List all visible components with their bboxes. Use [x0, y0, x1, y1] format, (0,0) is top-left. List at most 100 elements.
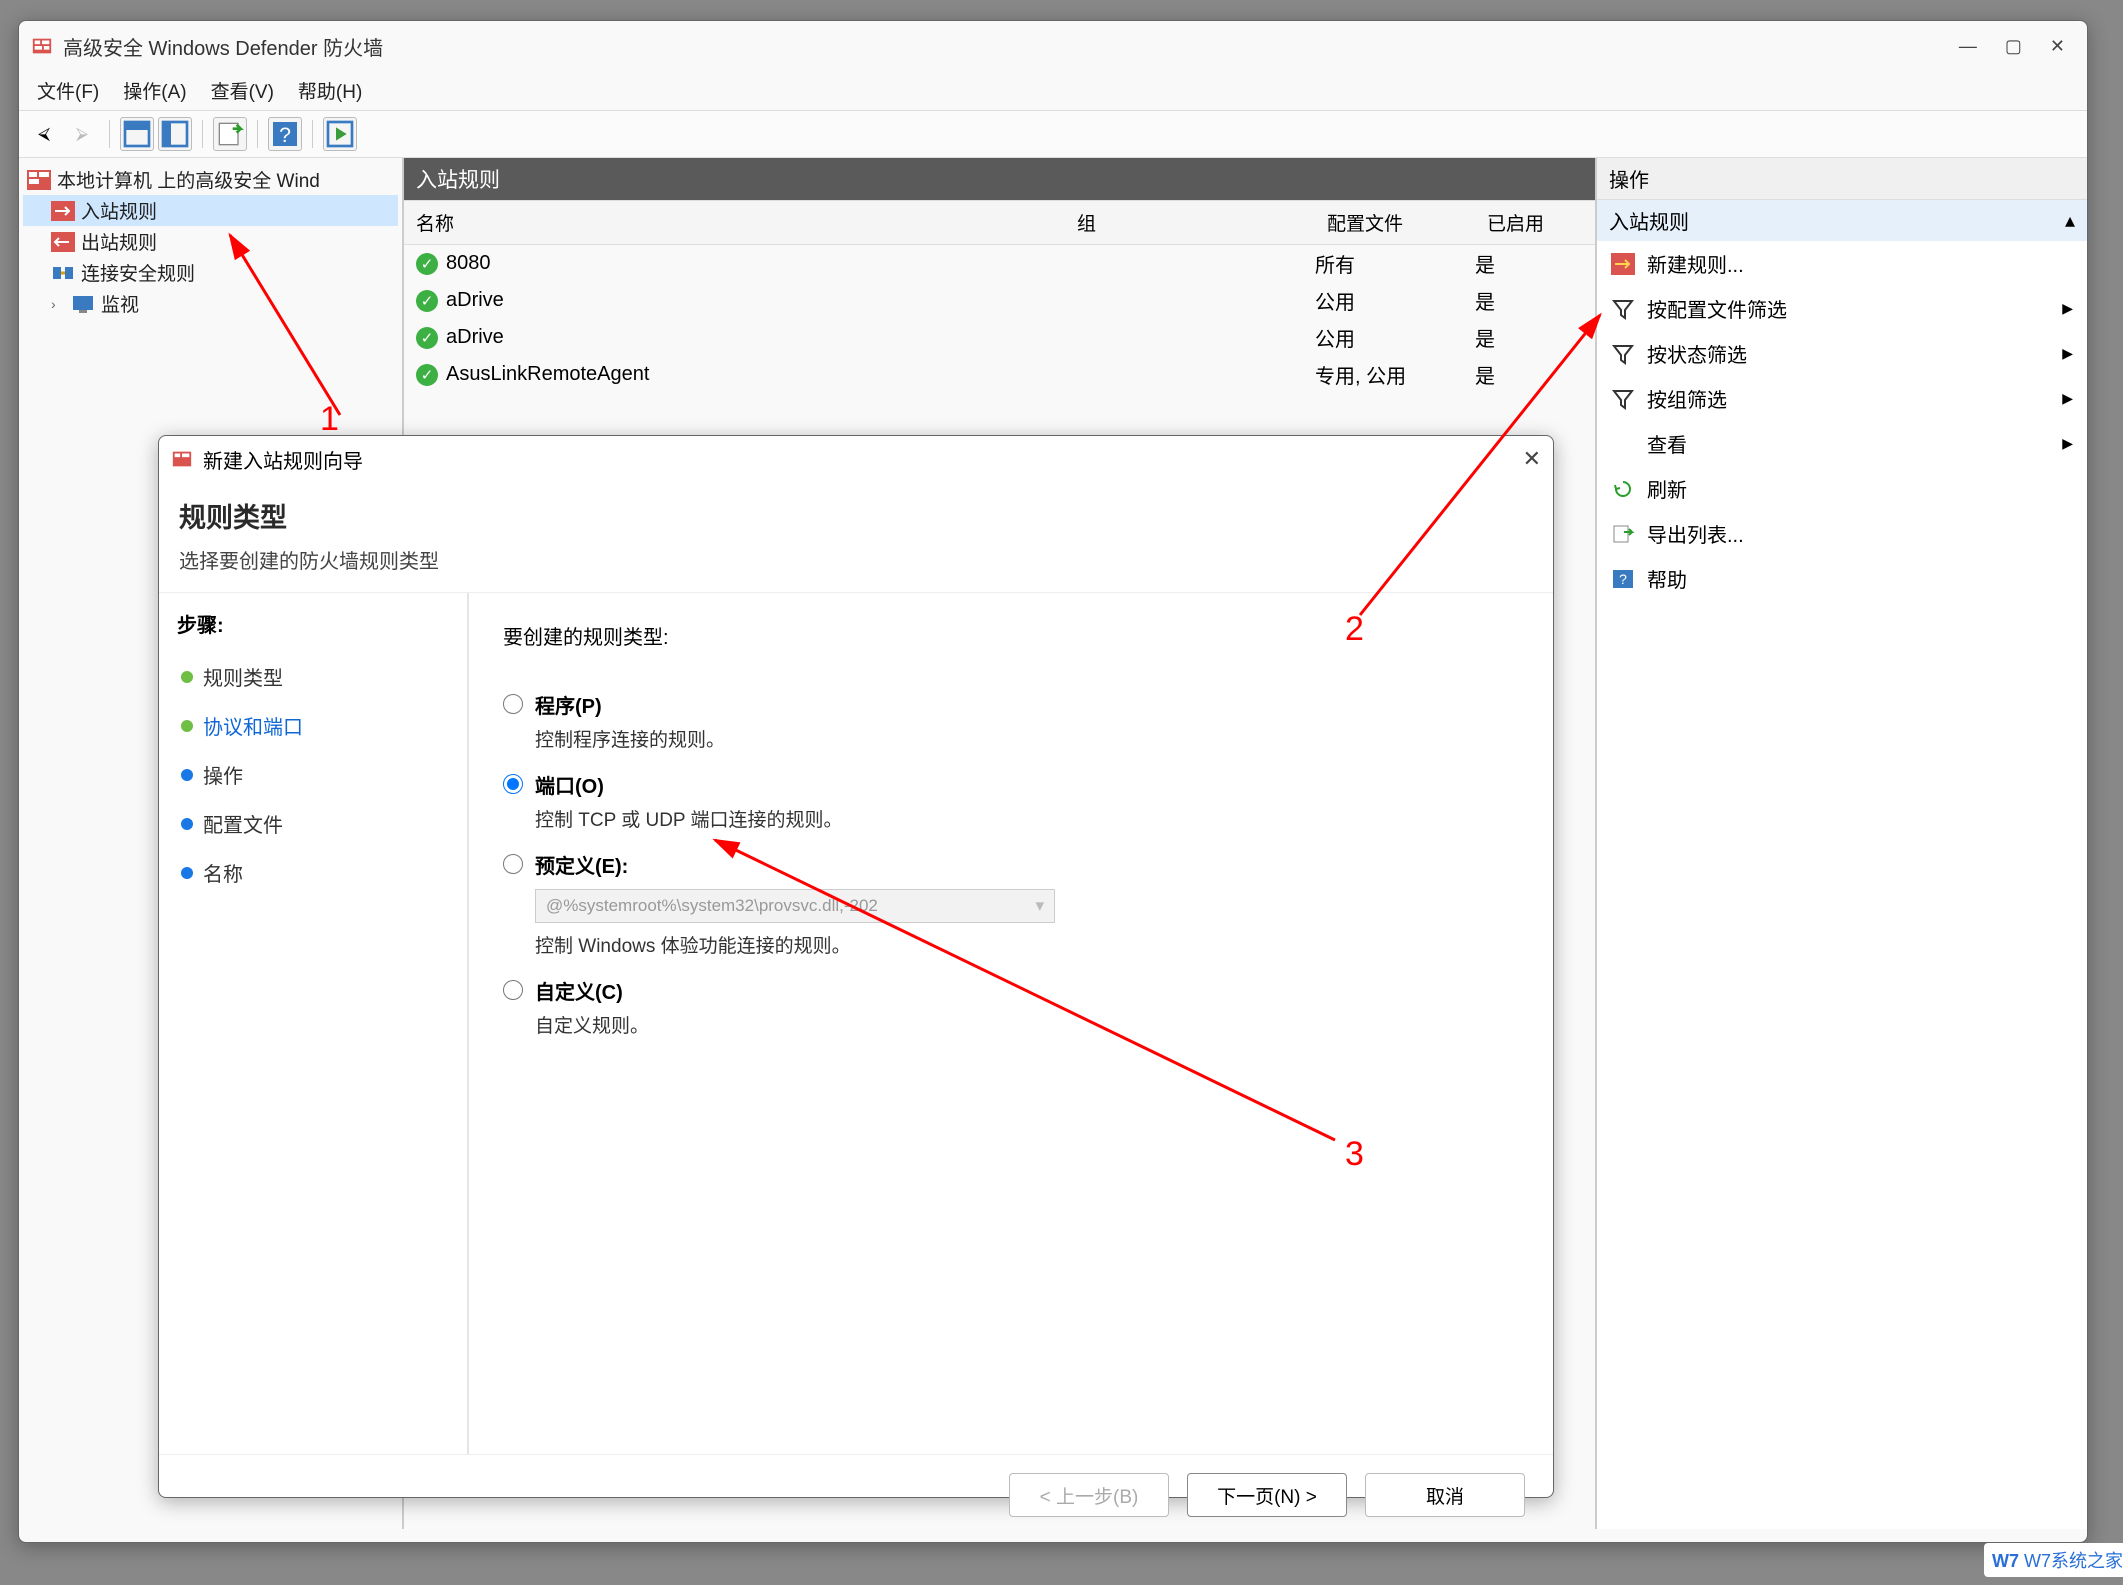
radio-custom[interactable]: 自定义(C)	[503, 976, 1519, 1005]
rule-profile: 公用	[1315, 286, 1475, 315]
radio-program[interactable]: 程序(P)	[503, 690, 1519, 719]
menu-file[interactable]: 文件(F)	[37, 77, 99, 104]
menu-view[interactable]: 查看(V)	[211, 77, 274, 104]
action-view[interactable]: 查看 ▶	[1597, 421, 2087, 466]
toolbar-panel1-icon[interactable]	[120, 117, 154, 151]
col-header-name[interactable]: 名称	[404, 201, 1065, 244]
wizard-close-button[interactable]: ✕	[1523, 446, 1541, 472]
bullet-icon	[181, 867, 193, 879]
step-name[interactable]: 名称	[177, 848, 449, 897]
radio-program-label: 程序(P)	[535, 690, 602, 719]
rule-enabled: 是	[1475, 360, 1595, 389]
back-button[interactable]: < 上一步(B)	[1009, 1473, 1169, 1517]
action-filter-group[interactable]: 按组筛选 ▶	[1597, 376, 2087, 421]
cancel-button[interactable]: 取消	[1365, 1473, 1525, 1517]
chevron-right-icon: ▶	[2062, 345, 2073, 362]
bullet-icon	[181, 818, 193, 830]
svg-text:?: ?	[1619, 571, 1627, 587]
toolbar-play-icon[interactable]	[323, 117, 357, 151]
collapse-icon[interactable]: ▴	[2065, 208, 2075, 233]
action-filter-profile[interactable]: 按配置文件筛选 ▶	[1597, 286, 2087, 331]
rule-name: AsusLinkRemoteAgent	[446, 363, 649, 386]
tree-root[interactable]: 本地计算机 上的高级安全 Wind	[23, 164, 398, 195]
radio-custom-input[interactable]	[503, 980, 523, 1000]
wizard-heading: 规则类型	[179, 496, 1533, 535]
wizard-titlebar: 新建入站规则向导 ✕	[159, 436, 1553, 482]
rule-row[interactable]: ✓ 8080 所有 是	[404, 245, 1595, 282]
tree-item-label: 出站规则	[81, 228, 157, 255]
action-export[interactable]: 导出列表...	[1597, 511, 2087, 556]
new-rule-icon	[1611, 253, 1635, 275]
chevron-down-icon: ▾	[1035, 896, 1044, 916]
wizard-steps-pane: 步骤: 规则类型 协议和端口 操作 配置文件 名称	[159, 593, 469, 1454]
col-header-group[interactable]: 组	[1065, 201, 1315, 244]
action-label: 帮助	[1647, 564, 1687, 593]
rule-row[interactable]: ✓aDrive 公用 是	[404, 282, 1595, 319]
filter-icon	[1611, 388, 1635, 410]
action-label: 导出列表...	[1647, 519, 1744, 548]
wizard-footer: < 上一步(B) 下一页(N) > 取消	[159, 1454, 1553, 1535]
action-filter-state[interactable]: 按状态筛选 ▶	[1597, 331, 2087, 376]
menu-help[interactable]: 帮助(H)	[298, 77, 362, 104]
radio-program-desc: 控制程序连接的规则。	[535, 725, 1519, 752]
filter-icon	[1611, 343, 1635, 365]
enabled-check-icon: ✓	[416, 253, 438, 275]
main-window-title: 高级安全 Windows Defender 防火墙	[63, 32, 383, 61]
predefined-dropdown[interactable]: @%systemroot%\system32\provsvc.dll,-202 …	[535, 889, 1055, 923]
action-new-rule[interactable]: 新建规则...	[1597, 241, 2087, 286]
minimize-button[interactable]: —	[1959, 36, 1977, 57]
radio-custom-desc: 自定义规则。	[535, 1011, 1519, 1038]
watermark-text: W7系统之家	[2024, 1551, 2123, 1571]
radio-predefined-input[interactable]	[503, 854, 523, 874]
tree-outbound-rules[interactable]: 出站规则	[23, 226, 398, 257]
action-refresh[interactable]: 刷新	[1597, 466, 2087, 511]
col-header-enabled[interactable]: 已启用	[1475, 201, 1595, 244]
tree-connection-security[interactable]: 连接安全规则	[23, 257, 398, 288]
step-protocol-port[interactable]: 协议和端口	[177, 701, 449, 750]
radio-port-input[interactable]	[503, 774, 523, 794]
svg-text:?: ?	[279, 123, 291, 147]
rule-row[interactable]: ✓aDrive 公用 是	[404, 319, 1595, 356]
tree-monitoring[interactable]: › 监视	[23, 288, 398, 319]
step-label: 规则类型	[203, 662, 283, 691]
back-button-label: < 上一步(B)	[1040, 1482, 1139, 1509]
step-label: 名称	[203, 858, 243, 887]
rule-profile: 专用, 公用	[1315, 360, 1475, 389]
tree-inbound-rules[interactable]: 入站规则	[23, 195, 398, 226]
toolbar-separator	[312, 120, 313, 148]
radio-program-input[interactable]	[503, 694, 523, 714]
rule-profile: 所有	[1315, 249, 1475, 278]
col-header-profile[interactable]: 配置文件	[1315, 201, 1475, 244]
step-rule-type[interactable]: 规则类型	[177, 652, 449, 701]
wizard-body: 步骤: 规则类型 协议和端口 操作 配置文件 名称 要创建的规则类型: 程序(P…	[159, 593, 1553, 1454]
window-controls: — ▢ ✕	[1959, 36, 2075, 57]
toolbar-forward-icon[interactable]: ⮚	[65, 117, 99, 151]
tree-item-label: 连接安全规则	[81, 259, 195, 286]
action-help[interactable]: ? 帮助	[1597, 556, 2087, 601]
menu-action[interactable]: 操作(A)	[123, 77, 186, 104]
step-profile[interactable]: 配置文件	[177, 799, 449, 848]
refresh-icon	[1611, 478, 1635, 500]
maximize-button[interactable]: ▢	[2005, 36, 2022, 57]
toolbar-panel2-icon[interactable]	[158, 117, 192, 151]
close-button[interactable]: ✕	[2050, 36, 2065, 57]
rule-enabled: 是	[1475, 249, 1595, 278]
next-button[interactable]: 下一页(N) >	[1187, 1473, 1347, 1517]
action-label: 按状态筛选	[1647, 339, 1747, 368]
action-label: 查看	[1647, 429, 1687, 458]
toolbar-export-icon[interactable]	[213, 117, 247, 151]
radio-predefined[interactable]: 预定义(E):	[503, 850, 1519, 879]
radio-port[interactable]: 端口(O)	[503, 770, 1519, 799]
step-action[interactable]: 操作	[177, 750, 449, 799]
action-label: 新建规则...	[1647, 249, 1744, 278]
expand-caret-icon[interactable]: ›	[51, 296, 65, 312]
rule-row[interactable]: ✓AsusLinkRemoteAgent 专用, 公用 是	[404, 356, 1595, 393]
toolbar-separator	[257, 120, 258, 148]
toolbar-back-icon[interactable]: ⮘	[27, 117, 61, 151]
toolbar-help-icon[interactable]: ?	[268, 117, 302, 151]
tree-root-label: 本地计算机 上的高级安全 Wind	[57, 166, 320, 193]
radio-predefined-desc: 控制 Windows 体验功能连接的规则。	[535, 931, 1519, 958]
rule-name: 8080	[446, 252, 491, 275]
rules-list: ✓ 8080 所有 是 ✓aDrive 公用 是 ✓aDrive 公用 是	[404, 245, 1595, 393]
center-pane-header: 入站规则	[404, 158, 1595, 201]
